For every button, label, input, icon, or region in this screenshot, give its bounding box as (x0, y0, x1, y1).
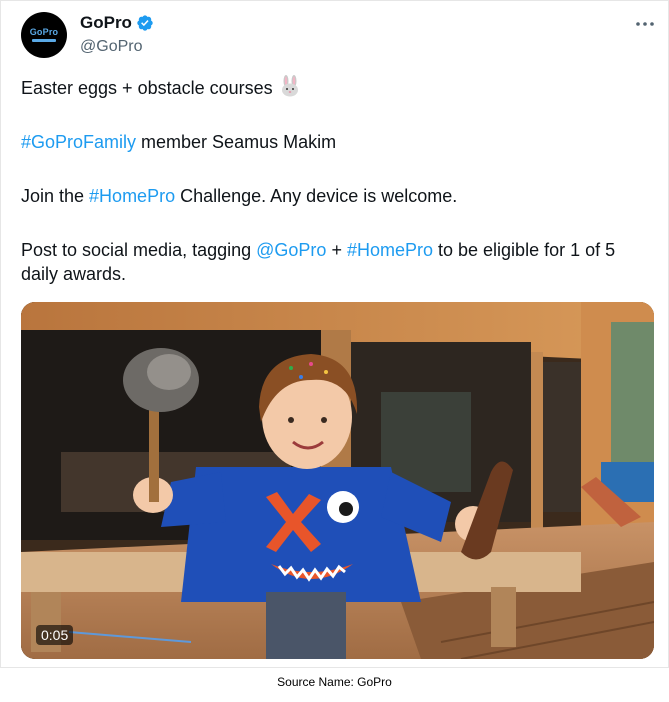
verified-badge-icon (137, 15, 153, 31)
hashtag-gopro-family[interactable]: #GoProFamily (21, 132, 136, 152)
tweet-line-2: #GoProFamily member Seamus Makim (21, 130, 651, 154)
tweet-line-3-post: Challenge. Any device is welcome. (175, 186, 458, 206)
video-duration-badge: 0:05 (36, 625, 74, 645)
source-caption: Source Name: GoPro (277, 675, 392, 689)
author-name-row: GoPro (80, 13, 154, 33)
tweet-line-4-mid: + (326, 240, 347, 260)
hashtag-homepro-2[interactable]: #HomePro (347, 240, 433, 260)
tweet-card: GoPro GoPro @GoPro Easter eggs + obstacl… (0, 0, 669, 668)
avatar[interactable]: GoPro (21, 12, 67, 58)
hashtag-homepro[interactable]: #HomePro (89, 186, 175, 206)
tweet-line-1-text: Easter eggs + obstacle courses (21, 78, 273, 98)
tweet-line-3-pre: Join the (21, 186, 90, 206)
rabbit-emoji-icon (281, 75, 298, 97)
author-handle[interactable]: @GoPro (80, 38, 142, 56)
play-progress-line (68, 631, 192, 643)
avatar-logo-text: GoPro (29, 27, 59, 37)
avatar-logo-bar (32, 39, 56, 42)
tweet-line-2-text: member Seamus Makim (136, 132, 337, 152)
more-horizontal-icon[interactable] (633, 14, 657, 34)
mention-gopro[interactable]: @GoPro (256, 240, 326, 260)
tweet-text: Easter eggs + obstacle courses #GoProFam… (21, 75, 651, 286)
tweet-line-4: Post to social media, tagging @GoPro + #… (21, 238, 646, 286)
tweet-line-1: Easter eggs + obstacle courses (21, 75, 651, 100)
tweet-line-3: Join the #HomePro Challenge. Any device … (21, 184, 651, 208)
tweet-line-4-pre: Post to social media, tagging (21, 240, 257, 260)
author-name[interactable]: GoPro (80, 13, 132, 33)
video-player[interactable] (21, 302, 654, 659)
